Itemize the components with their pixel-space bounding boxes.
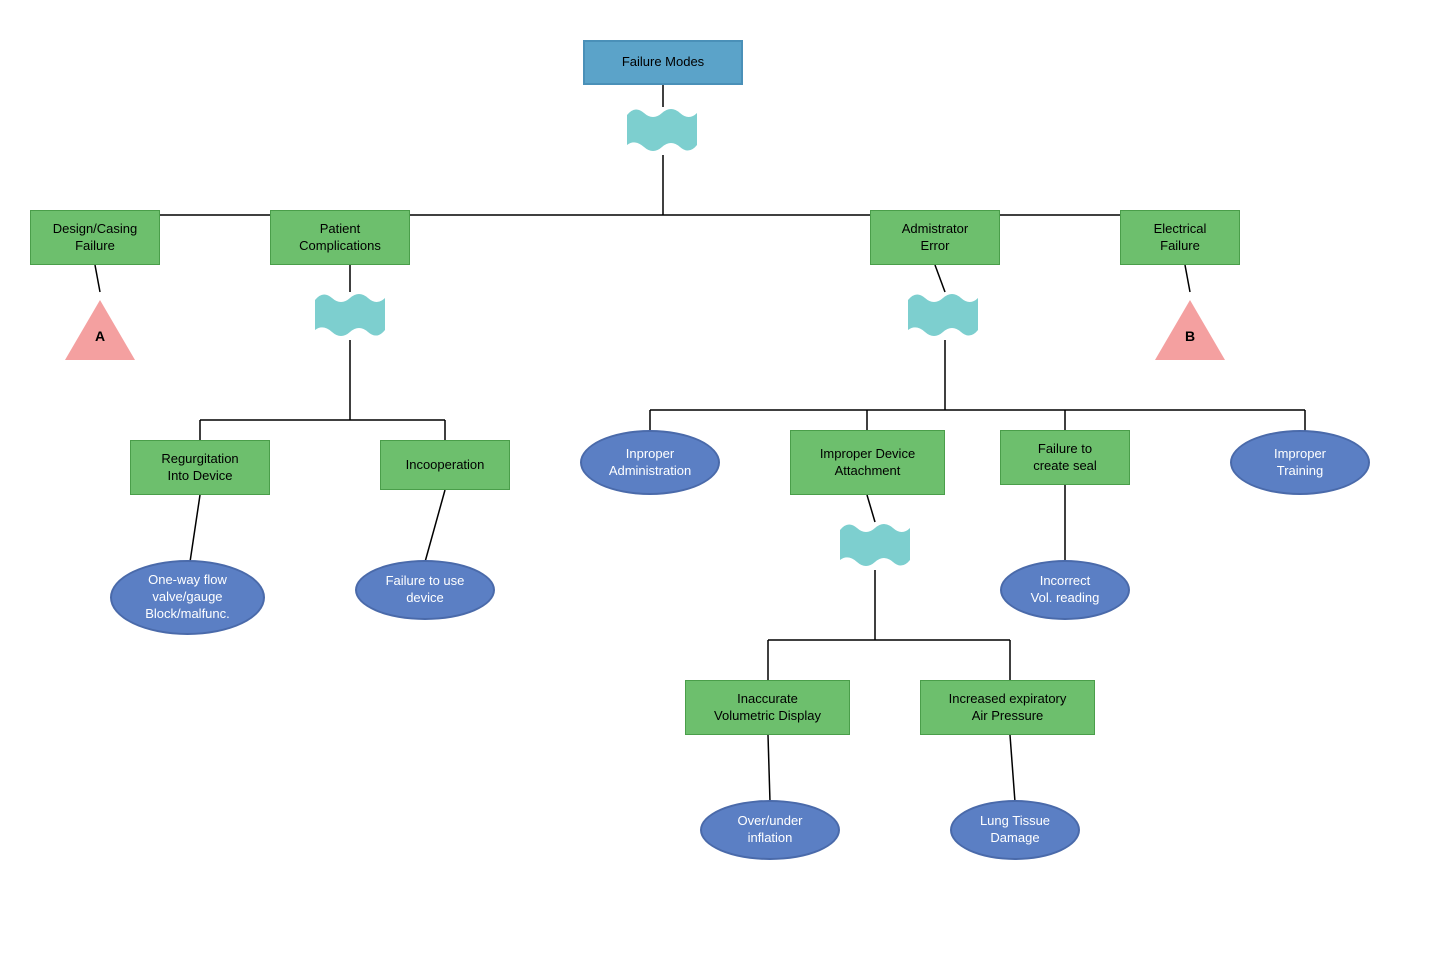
patient-label: PatientComplications — [299, 221, 381, 255]
diagram: Failure Modes Design/CasingFailure Patie… — [0, 0, 1448, 970]
wave4-node — [840, 520, 910, 570]
failure-seal-node: Failure tocreate seal — [1000, 430, 1130, 485]
increased-label: Increased expiratoryAir Pressure — [949, 691, 1067, 725]
increased-node: Increased expiratoryAir Pressure — [920, 680, 1095, 735]
root-label: Failure Modes — [622, 54, 704, 71]
wave1-node — [627, 105, 697, 155]
incoop-node: Incooperation — [380, 440, 510, 490]
improper-training-node: ImproperTraining — [1230, 430, 1370, 495]
wave3-node — [908, 290, 978, 340]
oneway-label: One-way flowvalve/gaugeBlock/malfunc. — [145, 572, 230, 623]
incoop-label: Incooperation — [406, 457, 485, 474]
electrical-node: ElectricalFailure — [1120, 210, 1240, 265]
admin-label: AdmistratorError — [902, 221, 968, 255]
fail-use-node: Failure to usedevice — [355, 560, 495, 620]
triangle-b-label: B — [1185, 328, 1195, 344]
root-node: Failure Modes — [583, 40, 743, 85]
admin-node: AdmistratorError — [870, 210, 1000, 265]
inaccurate-node: InaccurateVolumetric Display — [685, 680, 850, 735]
patient-node: PatientComplications — [270, 210, 410, 265]
overunder-label: Over/underinflation — [737, 813, 802, 847]
lung-node: Lung TissueDamage — [950, 800, 1080, 860]
triangle-a-node: A — [65, 290, 135, 360]
inproper-admin-node: InproperAdministration — [580, 430, 720, 495]
improper-device-label: Improper DeviceAttachment — [820, 446, 915, 480]
improper-device-node: Improper DeviceAttachment — [790, 430, 945, 495]
wave2-node — [315, 290, 385, 340]
regurg-label: RegurgitationInto Device — [161, 451, 238, 485]
design-label: Design/CasingFailure — [53, 221, 138, 255]
inaccurate-label: InaccurateVolumetric Display — [714, 691, 821, 725]
triangle-b-node: B — [1155, 290, 1225, 360]
incorrect-vol-node: IncorrectVol. reading — [1000, 560, 1130, 620]
lung-label: Lung TissueDamage — [980, 813, 1050, 847]
regurg-node: RegurgitationInto Device — [130, 440, 270, 495]
electrical-label: ElectricalFailure — [1154, 221, 1207, 255]
oneway-node: One-way flowvalve/gaugeBlock/malfunc. — [110, 560, 265, 635]
improper-training-label: ImproperTraining — [1274, 446, 1326, 480]
failure-seal-label: Failure tocreate seal — [1033, 441, 1097, 475]
incorrect-vol-label: IncorrectVol. reading — [1031, 573, 1100, 607]
triangle-a-label: A — [95, 328, 105, 344]
overunder-node: Over/underinflation — [700, 800, 840, 860]
inproper-admin-label: InproperAdministration — [609, 446, 691, 480]
design-node: Design/CasingFailure — [30, 210, 160, 265]
fail-use-label: Failure to usedevice — [386, 573, 465, 607]
